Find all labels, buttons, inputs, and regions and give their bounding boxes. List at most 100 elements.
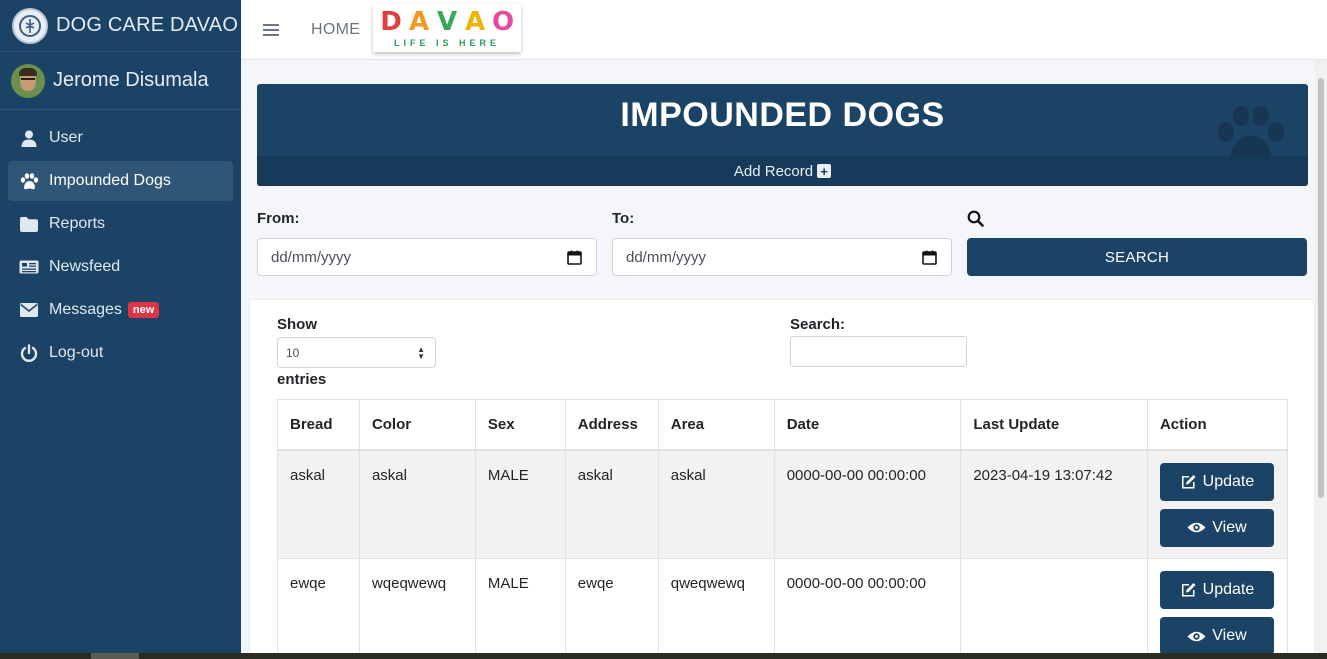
- calendar-icon[interactable]: [922, 250, 937, 265]
- calendar-icon[interactable]: [567, 250, 582, 265]
- new-badge: new: [127, 302, 160, 318]
- edit-icon: [1180, 582, 1197, 598]
- cell-color: askal: [358, 449, 476, 559]
- folder-icon: [18, 216, 40, 232]
- column-header-date[interactable]: Date: [773, 399, 962, 451]
- entries-label: entries: [277, 371, 327, 388]
- impounded-dogs-table: Bread Color Sex Address Area Date Last U…: [277, 399, 1289, 659]
- user-panel[interactable]: Jerome Disumala: [0, 52, 241, 110]
- davao-logo: D A V A O LIFE IS HERE: [373, 4, 521, 52]
- add-record-label: Add Record: [733, 162, 814, 180]
- sidebar-item-user[interactable]: User: [8, 118, 233, 158]
- sidebar-item-label: Reports: [49, 215, 106, 232]
- table-row: ewqe wqeqwewq MALE ewqe qweqwewq 0000-00…: [277, 558, 1289, 659]
- cell-sex: MALE: [474, 449, 566, 559]
- add-record-button[interactable]: Add Record +: [257, 156, 1308, 186]
- envelope-icon: [18, 303, 40, 317]
- update-button-label: Update: [1202, 581, 1255, 598]
- cell-address: askal: [564, 449, 659, 559]
- column-header-color[interactable]: Color: [358, 399, 476, 451]
- davao-logo-letter: V: [436, 7, 458, 37]
- user-name: Jerome Disumala: [53, 69, 209, 91]
- davao-logo-letter: A: [464, 7, 486, 37]
- sidebar-nav: User Impounded Dogs Reports Newsfeed Mes…: [0, 110, 241, 373]
- edit-icon: [1180, 474, 1197, 490]
- brand[interactable]: DOG CARE DAVAO: [0, 0, 241, 52]
- update-button[interactable]: Update: [1159, 462, 1274, 501]
- eye-icon: [1187, 630, 1206, 643]
- sidebar-item-label: Log-out: [49, 344, 104, 361]
- view-button[interactable]: View: [1159, 508, 1274, 547]
- from-label: From:: [257, 210, 300, 227]
- search-button[interactable]: SEARCH: [967, 238, 1307, 276]
- paw-icon: [18, 172, 40, 190]
- newspaper-icon: [18, 260, 40, 274]
- davao-logo-letter: D: [380, 7, 402, 37]
- davao-logo-letter: O: [491, 7, 515, 37]
- column-header-sex[interactable]: Sex: [474, 399, 566, 451]
- page-title: IMPOUNDED DOGS: [620, 96, 945, 134]
- cell-action: Update View: [1146, 449, 1289, 559]
- plus-square-icon: +: [817, 164, 832, 178]
- from-date-input[interactable]: dd/mm/yyyy: [257, 238, 597, 276]
- view-button-label: View: [1212, 518, 1247, 536]
- sidebar-item-label: Newsfeed: [49, 258, 121, 275]
- power-icon: [18, 344, 40, 362]
- column-header-action: Action: [1146, 399, 1289, 451]
- show-label: Show: [277, 316, 317, 333]
- select-arrows-icon: ▲ ▼: [417, 345, 425, 361]
- cell-bread: ewqe: [277, 558, 360, 659]
- update-button[interactable]: Update: [1159, 571, 1274, 609]
- home-link[interactable]: HOME: [311, 21, 360, 39]
- page-header-card: IMPOUNDED DOGS Add Record +: [257, 84, 1308, 186]
- davao-logo-word: D A V A O: [377, 8, 517, 36]
- user-icon: [18, 130, 40, 147]
- cell-address: ewqe: [564, 558, 659, 659]
- column-header-last-update[interactable]: Last Update: [960, 399, 1148, 451]
- table-search-label: Search:: [790, 316, 846, 333]
- cell-area: askal: [657, 449, 775, 559]
- cell-date: 0000-00-00 00:00:00: [773, 449, 962, 559]
- to-date-placeholder: dd/mm/yyyy: [626, 248, 707, 266]
- entries-length-select[interactable]: 10 ▲ ▼: [277, 337, 436, 368]
- column-header-area[interactable]: Area: [657, 399, 775, 451]
- sidebar-item-label: User: [49, 129, 83, 146]
- to-label: To:: [612, 210, 635, 227]
- cell-sex: MALE: [474, 558, 566, 659]
- view-button[interactable]: View: [1159, 617, 1274, 655]
- sidebar-item-logout[interactable]: Log-out: [8, 333, 233, 373]
- search-icon: [967, 210, 984, 227]
- cell-color: wqeqwewq: [358, 558, 476, 659]
- from-date-placeholder: dd/mm/yyyy: [271, 248, 352, 266]
- avatar: [11, 63, 45, 98]
- sidebar-item-reports[interactable]: Reports: [8, 204, 233, 244]
- davao-logo-letter: A: [408, 7, 430, 37]
- entries-length-value: 10: [286, 345, 300, 360]
- taskbar-strip: [0, 653, 1327, 659]
- sidebar-item-messages[interactable]: Messages new: [8, 290, 233, 330]
- sidebar-item-newsfeed[interactable]: Newsfeed: [8, 247, 233, 287]
- cell-area: qweqwewq: [657, 558, 775, 659]
- table-header-row: Bread Color Sex Address Area Date Last U…: [277, 399, 1289, 451]
- sidebar: DOG CARE DAVAO Jerome Disumala User Impo…: [0, 0, 241, 659]
- davao-logo-tagline: LIFE IS HERE: [393, 38, 500, 48]
- cell-date: 0000-00-00 00:00:00: [773, 558, 962, 659]
- column-header-bread[interactable]: Bread: [277, 399, 360, 451]
- brand-title: DOG CARE DAVAO: [56, 14, 239, 36]
- brand-logo-icon: [12, 7, 48, 44]
- cell-last-update: 2023-04-19 13:07:42: [960, 449, 1148, 559]
- scrollbar-thumb[interactable]: [1318, 78, 1324, 498]
- cell-action: Update View: [1146, 558, 1289, 659]
- sidebar-item-impounded-dogs[interactable]: Impounded Dogs: [8, 161, 233, 201]
- sidebar-item-label: Impounded Dogs: [49, 172, 171, 189]
- eye-icon: [1187, 521, 1206, 534]
- sidebar-item-label: Messages: [49, 301, 122, 318]
- to-date-input[interactable]: dd/mm/yyyy: [612, 238, 952, 276]
- cell-last-update: [960, 558, 1148, 659]
- table-row: askal askal MALE askal askal 0000-00-00 …: [277, 449, 1289, 559]
- table-search-input[interactable]: [790, 336, 967, 367]
- column-header-address[interactable]: Address: [564, 399, 659, 451]
- scrollbar[interactable]: [1315, 60, 1327, 653]
- hamburger-menu-icon[interactable]: [263, 21, 279, 39]
- update-button-label: Update: [1202, 472, 1255, 490]
